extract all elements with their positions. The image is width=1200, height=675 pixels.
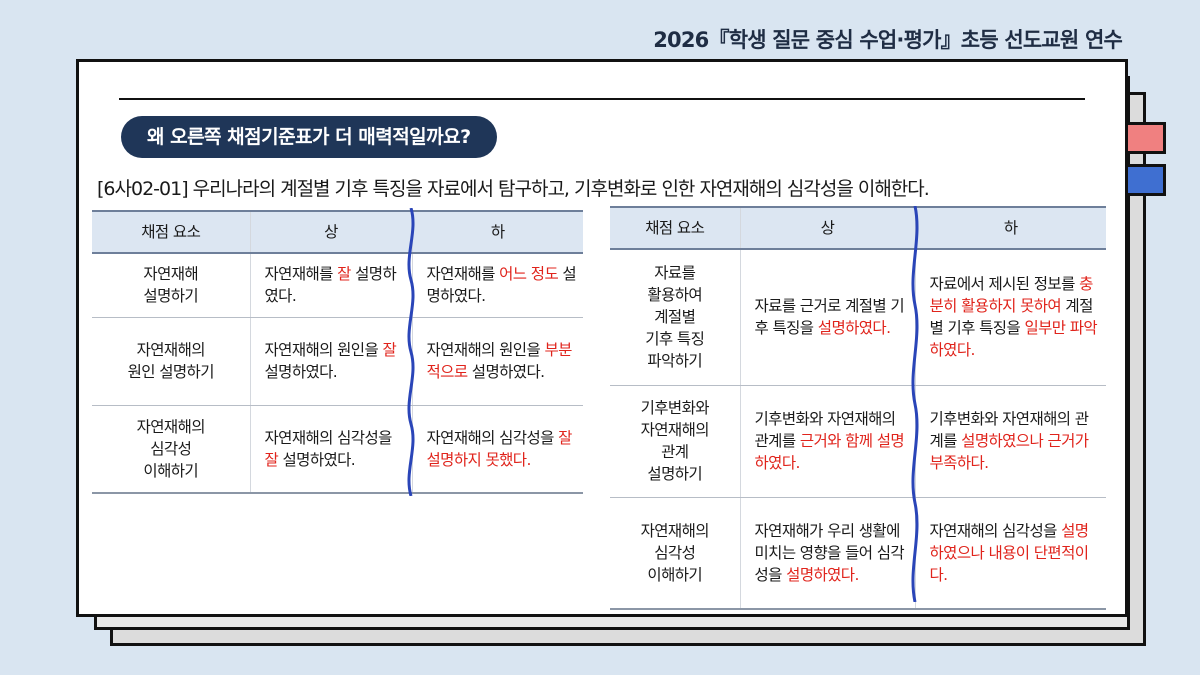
low-criterion: 자연재해의 원인을 부분적으로 설명하였다. (411, 317, 583, 406)
high-criterion: 자연재해를 잘 설명하였다. (249, 253, 412, 318)
element-line: 파악하기 (647, 352, 703, 371)
table-row: 자연재해설명하기 자연재해를 잘 설명하였다. 자연재해를 어느 정도 설명하였… (92, 253, 583, 318)
high-criterion: 자연재해의 심각성을 잘 설명하였다. (249, 405, 412, 494)
low-criterion: 기후변화와 자연재해의 관계를 설명하였으나 근거가 부족하다. (914, 385, 1106, 498)
element-line: 자연재해 (143, 265, 199, 284)
divider-line (119, 98, 1085, 100)
low-criterion: 자료에서 제시된 정보를 충분히 활용하지 못하여 계절별 기후 특징을 일부만… (914, 249, 1106, 386)
low-criterion: 자연재해의 심각성을 설명하였으나 내용이 단편적이다. (914, 497, 1106, 610)
high-criterion: 기후변화와 자연재해의 관계를 근거와 함께 설명하였다. (739, 385, 915, 498)
left-rubric-table: 채점 요소 상 하 자연재해설명하기 자연재해를 잘 설명하였다. 자연재해를 … (92, 210, 583, 494)
criterion-text: 자연재해의 심각성을 (426, 428, 559, 447)
element-line: 기후변화와 (640, 399, 710, 417)
table-row: 자료를활용하여계절별기후 특징파악하기 자료를 근거로 계절별 기후 특징을 설… (610, 249, 1106, 386)
scoring-element: 기후변화와자연재해의관계설명하기 (610, 385, 740, 498)
element-line: 심각성 (150, 439, 192, 458)
element-line: 자연재해의 (640, 521, 710, 540)
low-criterion: 자연재해를 어느 정도 설명하였다. (411, 253, 583, 318)
header-element: 채점 요소 (92, 210, 250, 254)
high-criterion: 자연재해가 우리 생활에 미치는 영향을 들어 심각성을 설명하였다. (739, 497, 915, 610)
high-criterion: 자료를 근거로 계절별 기후 특징을 설명하였다. (739, 249, 915, 386)
blue-tab-decoration (1122, 164, 1166, 196)
element-line: 심각성 (654, 543, 696, 562)
criterion-text: 설명하였다. (467, 363, 545, 381)
table-row: 기후변화와자연재해의관계설명하기 기후변화와 자연재해의 관계를 근거와 함께 … (610, 385, 1106, 498)
scoring-element: 자연재해의원인 설명하기 (92, 317, 250, 406)
header-element: 채점 요소 (610, 206, 740, 250)
element-line: 관계 (661, 443, 689, 461)
criterion-text: 자연재해의 심각성을 (264, 428, 393, 447)
table-row: 자연재해의원인 설명하기 자연재해의 원인을 잘 설명하였다. 자연재해의 원인… (92, 317, 583, 406)
high-criterion: 자연재해의 원인을 잘 설명하였다. (249, 317, 412, 406)
highlighted-text: 설명하였다. (786, 565, 859, 584)
element-line: 이해하기 (143, 461, 199, 480)
highlighted-text: 어느 정도 (499, 265, 559, 284)
left-table-header-row: 채점 요소 상 하 (92, 210, 583, 254)
criterion-text: 자연재해의 원인을 (426, 341, 545, 359)
header-high: 상 (739, 206, 915, 250)
table-row: 자연재해의심각성이해하기 자연재해의 심각성을 잘 설명하였다. 자연재해의 심… (92, 405, 583, 494)
element-line: 원인 설명하기 (127, 363, 215, 381)
scoring-element: 자료를활용하여계절별기후 특징파악하기 (610, 249, 740, 386)
red-tab-decoration (1122, 122, 1166, 154)
criterion-text: 자연재해를 (426, 265, 500, 284)
criterion-text: 자연재해의 원인을 (264, 341, 383, 359)
element-line: 계절별 (654, 308, 696, 327)
training-title: 2026『학생 질문 중심 수업·평가』초등 선도교원 연수 (653, 28, 1123, 52)
scoring-element: 자연재해의심각성이해하기 (610, 497, 740, 610)
question-banner: 왜 오른쪽 채점기준표가 더 매력적일까요? (121, 116, 497, 158)
highlighted-text: 잘 (337, 265, 351, 284)
table-row: 자연재해의심각성이해하기 자연재해가 우리 생활에 미치는 영향을 들어 심각성… (610, 497, 1106, 610)
header-high: 상 (249, 210, 412, 254)
highlighted-text: 설명하였다. (817, 319, 891, 338)
criterion-text: 자연재해를 (264, 265, 338, 284)
element-line: 자연재해의 (136, 417, 206, 436)
element-line: 자연재해의 (640, 421, 710, 439)
criterion-text: 자연재해의 심각성을 (929, 521, 1062, 540)
low-criterion: 자연재해의 심각성을 잘 설명하지 못했다. (411, 405, 583, 494)
criterion-text: 설명하였다. (278, 450, 356, 469)
highlighted-text: 잘 (264, 450, 279, 469)
criterion-text: 설명하였다. (264, 363, 338, 381)
right-rubric-table: 채점 요소 상 하 자료를활용하여계절별기후 특징파악하기 자료를 근거로 계절… (610, 206, 1106, 610)
element-line: 자연재해의 (136, 341, 206, 359)
highlighted-text: 잘 (382, 341, 397, 359)
element-line: 설명하기 (647, 465, 703, 483)
header-low: 하 (411, 210, 583, 254)
element-line: 자료를 (654, 264, 696, 283)
element-line: 기후 특징 (645, 330, 705, 349)
scoring-element: 자연재해설명하기 (92, 253, 250, 318)
scoring-element: 자연재해의심각성이해하기 (92, 405, 250, 494)
achievement-standard: [6사02-01] 우리나라의 계절별 기후 특징을 자료에서 탐구하고, 기후… (97, 178, 930, 200)
header-low: 하 (914, 206, 1106, 250)
element-line: 설명하기 (143, 287, 199, 306)
element-line: 활용하여 (647, 286, 703, 305)
element-line: 이해하기 (647, 565, 703, 584)
right-table-header-row: 채점 요소 상 하 (610, 206, 1106, 250)
criterion-text: 자료에서 제시된 정보를 (929, 275, 1080, 294)
